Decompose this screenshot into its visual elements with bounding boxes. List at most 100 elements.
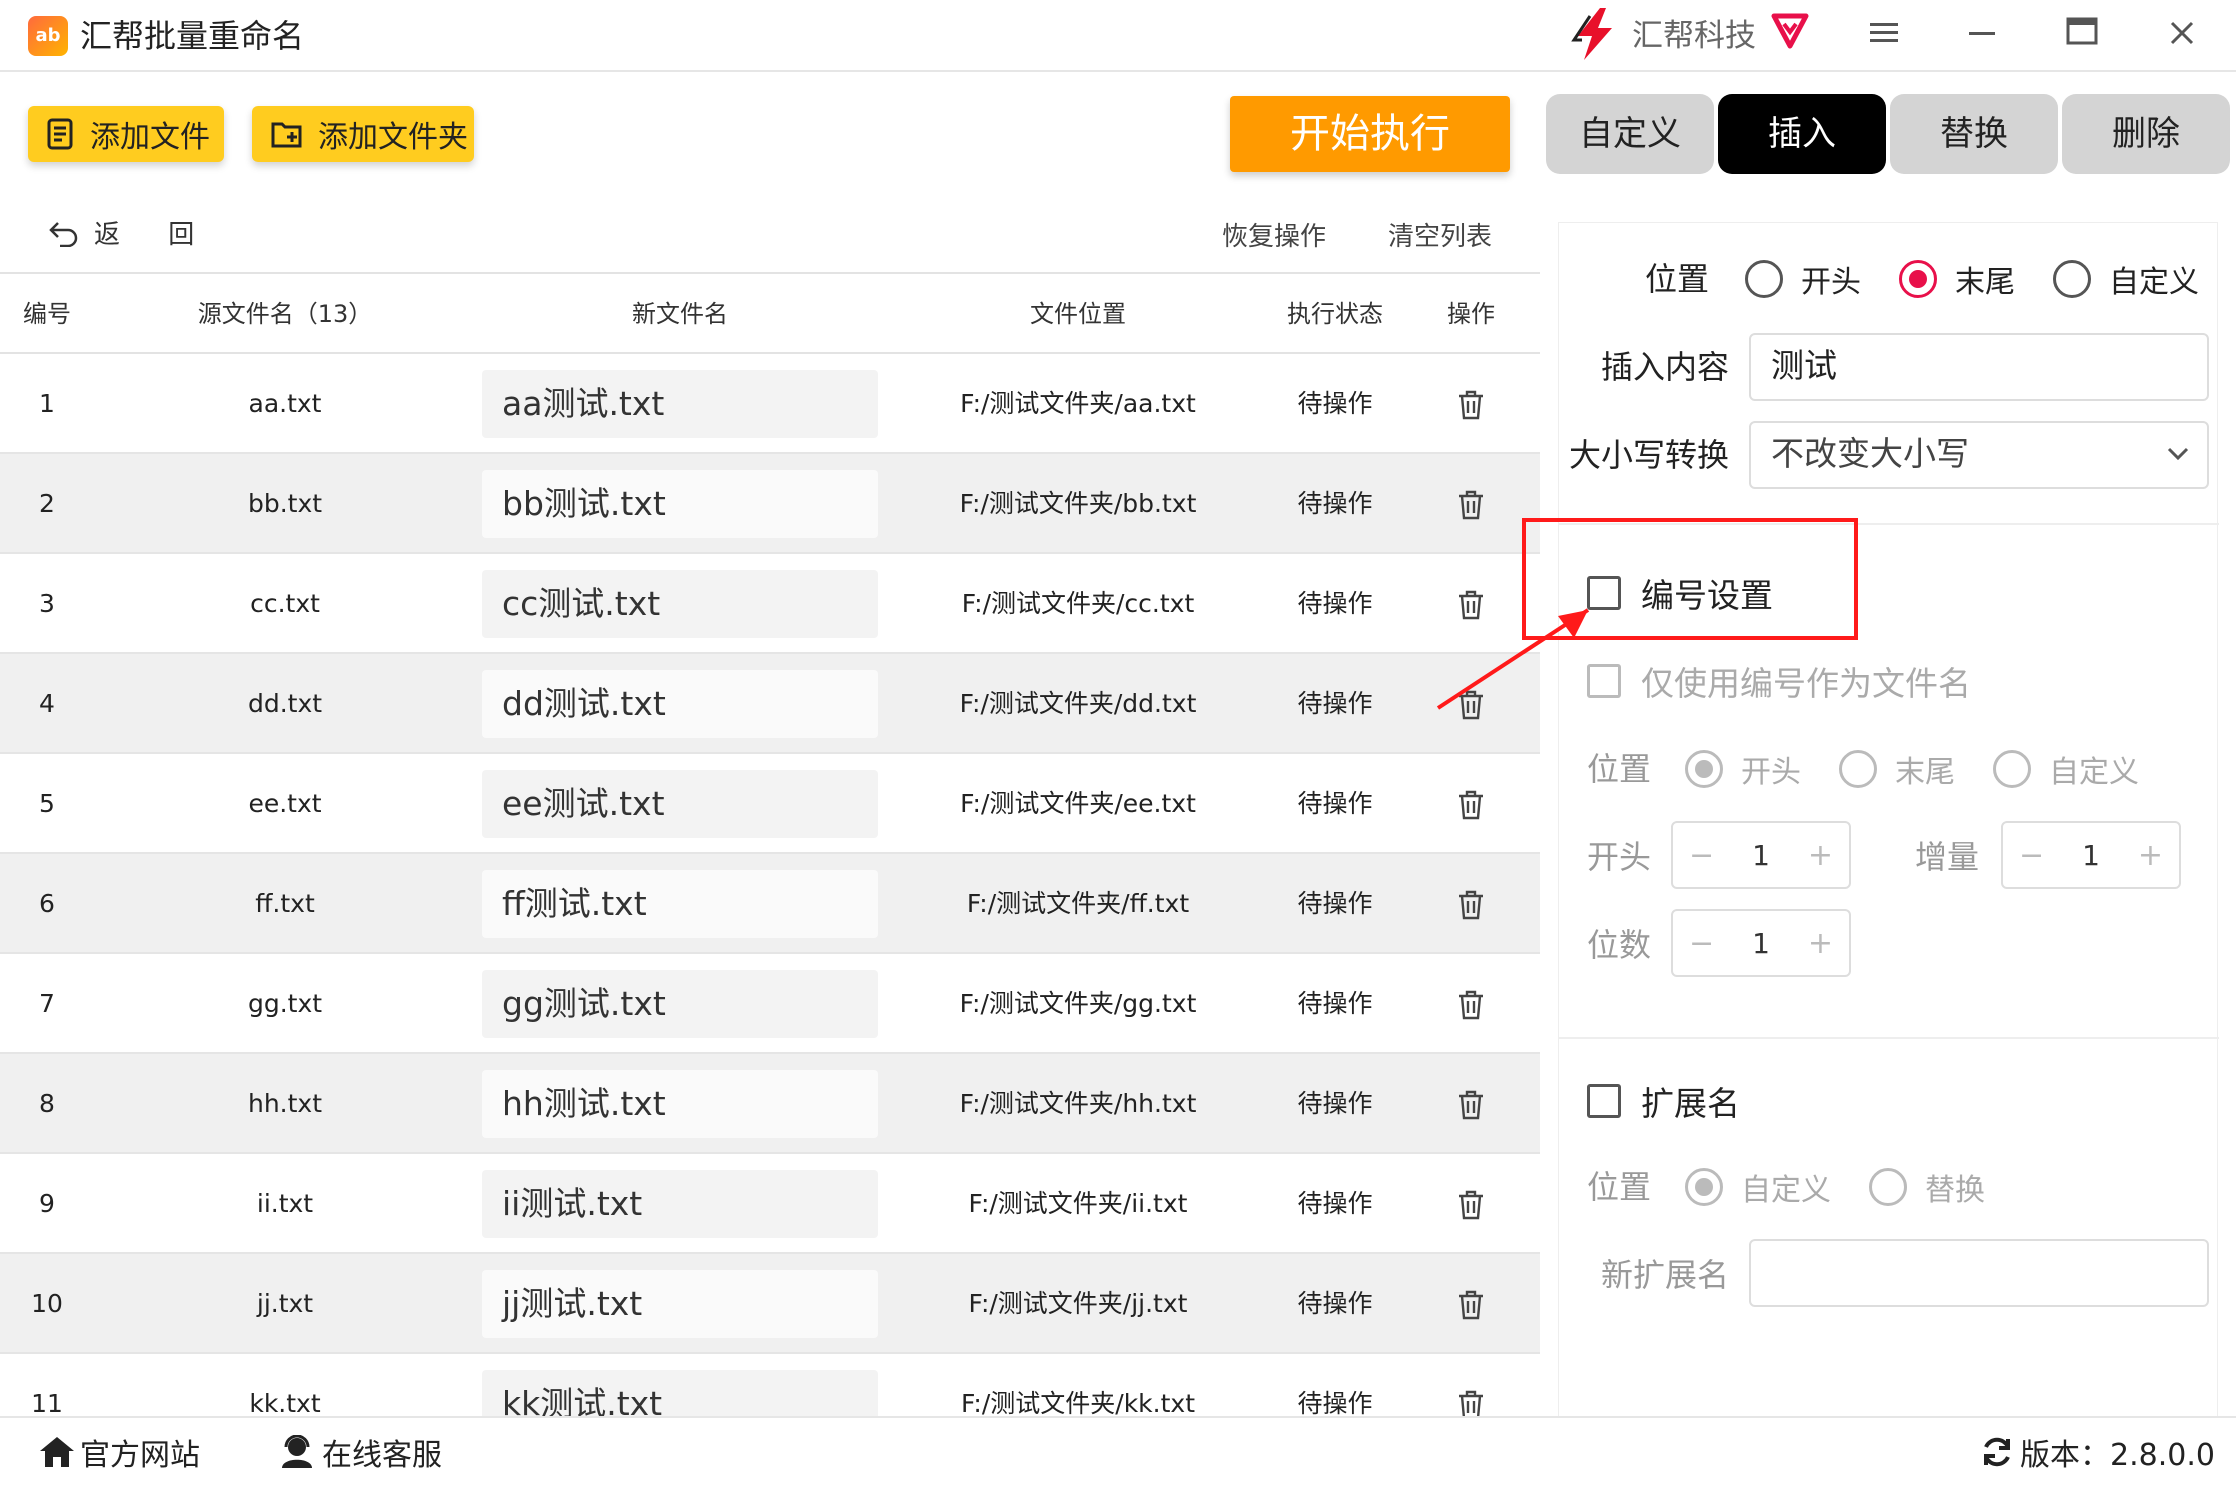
radio-selected-icon [1685,750,1723,788]
start-value: 1 [1752,838,1770,872]
start-stepper[interactable]: − 1 + [1671,821,1851,889]
menu-icon[interactable] [1856,10,1912,62]
restore-button[interactable]: 恢复操作 [1222,216,1326,253]
row-index: 9 [39,1189,55,1218]
website-label: 官方网站 [80,1438,200,1473]
digits-stepper[interactable]: − 1 + [1671,909,1851,977]
plus-icon[interactable]: + [2138,838,2163,873]
add-file-button[interactable]: 添加文件 [28,106,224,162]
insert-position-end[interactable]: 末尾 [1899,257,2015,301]
radio-label: 替换 [1925,1173,1985,1208]
tab-insert[interactable]: 插入 [1718,94,1886,174]
row-source-name: cc.txt [250,589,320,618]
add-file-label: 添加文件 [90,120,210,155]
row-source-name: aa.txt [248,389,322,418]
row-new-name: ii测试.txt [482,1170,878,1238]
new-extension-input[interactable] [1749,1239,2209,1307]
close-icon[interactable] [2154,10,2210,62]
row-location: F:/测试文件夹/aa.txt [960,389,1196,418]
row-source-name: ff.txt [255,889,315,918]
trash-icon[interactable] [1458,1190,1484,1220]
row-source-name: jj.txt [256,1289,314,1318]
version-info: 版本：2.8.0.0 [1980,1430,2215,1474]
extension-checkbox[interactable]: 扩展名 [1587,1077,1740,1125]
app-title: 汇帮批量重命名 [80,17,305,55]
row-status: 待操作 [1297,689,1373,718]
row-status: 待操作 [1297,1289,1373,1318]
file-table: 1 aa.txt aa测试.txt F:/测试文件夹/aa.txt 待操作 2 bb.txt… [0,354,1540,1416]
insert-position-custom[interactable]: 自定义 [2053,257,2199,301]
row-location: F:/测试文件夹/dd.txt [959,689,1197,718]
plus-icon[interactable]: + [1808,926,1833,961]
row-source-name: kk.txt [249,1389,321,1416]
row-location: F:/测试文件夹/bb.txt [959,489,1197,518]
radio-selected-icon [1899,260,1937,298]
row-status: 待操作 [1297,1189,1373,1218]
minus-icon[interactable]: − [1689,926,1714,961]
insert-content-input[interactable]: 测试 [1749,333,2209,401]
row-location: F:/测试文件夹/gg.txt [959,989,1197,1018]
tab-delete[interactable]: 删除 [2062,94,2230,174]
increment-stepper[interactable]: − 1 + [2001,821,2181,889]
add-folder-button[interactable]: 添加文件夹 [252,106,474,162]
extension-position-replace[interactable]: 替换 [1869,1165,1985,1209]
row-index: 5 [39,789,55,818]
table-row: 5 ee.txt ee测试.txt F:/测试文件夹/ee.txt 待操作 [0,754,1540,854]
trash-icon[interactable] [1458,1090,1484,1120]
case-select[interactable]: 不改变大小写 [1749,421,2209,489]
row-status: 待操作 [1297,889,1373,918]
trash-icon[interactable] [1458,890,1484,920]
trash-icon[interactable] [1458,990,1484,1020]
extension-position-custom[interactable]: 自定义 [1685,1165,1831,1209]
numbering-position-start[interactable]: 开头 [1685,747,1801,791]
row-new-name: cc测试.txt [482,570,878,638]
row-source-name: bb.txt [247,489,323,518]
numbering-position-end[interactable]: 末尾 [1839,747,1955,791]
radio-label: 自定义 [1741,1173,1831,1208]
online-support-link[interactable]: 在线客服 [278,1430,442,1474]
only-number-checkbox[interactable]: 仅使用编号作为文件名 [1587,657,1971,705]
radio-icon [1839,750,1877,788]
start-button[interactable]: 开始执行 [1230,96,1510,172]
add-folder-label: 添加文件夹 [318,120,468,155]
row-new-name: bb测试.txt [482,470,878,538]
radio-icon [2053,260,2091,298]
tab-replace[interactable]: 替换 [1890,94,2058,174]
clear-list-button[interactable]: 清空列表 [1388,216,1492,253]
row-index: 11 [31,1389,63,1416]
trash-icon[interactable] [1458,1390,1484,1416]
table-row: 11 kk.txt kk测试.txt F:/测试文件夹/kk.txt 待操作 [0,1354,1540,1416]
trash-icon[interactable] [1458,490,1484,520]
minus-icon[interactable]: − [2019,838,2044,873]
digits-value: 1 [1752,926,1770,960]
row-new-name: kk测试.txt [482,1370,878,1416]
maximize-icon[interactable] [2054,10,2110,62]
insert-position-start[interactable]: 开头 [1745,257,1861,301]
start-label: 开头 [1587,838,1652,876]
radio-label: 开头 [1741,755,1801,790]
row-source-name: gg.txt [247,989,323,1018]
app-logo: ab [28,16,68,56]
version-label: 版本：2.8.0.0 [2020,1438,2215,1473]
support-agent-icon [282,1435,312,1468]
extension-label: 扩展名 [1641,1084,1740,1123]
minimize-icon[interactable] [1954,10,2010,62]
table-row: 6 ff.txt ff测试.txt F:/测试文件夹/ff.txt 待操作 [0,854,1540,954]
minus-icon[interactable]: − [1689,838,1714,873]
row-source-name: hh.txt [247,1089,323,1118]
footer: 官方网站 在线客服 版本：2.8.0.0 [0,1416,2236,1485]
row-new-name: ff测试.txt [482,870,878,938]
header-index: 编号 [23,300,71,328]
trash-icon[interactable] [1458,1290,1484,1320]
official-website-link[interactable]: 官方网站 [38,1430,200,1474]
tab-custom[interactable]: 自定义 [1546,94,1714,174]
insert-content-label: 插入内容 [1601,348,1730,386]
plus-icon[interactable]: + [1808,838,1833,873]
home-icon [40,1437,74,1467]
back-button[interactable]: 返 回 [48,214,214,251]
row-source-name: dd.txt [247,689,323,718]
brand-heart-icon [1771,13,1809,49]
numbering-position-custom[interactable]: 自定义 [1993,747,2139,791]
trash-icon[interactable] [1458,390,1484,420]
trash-icon[interactable] [1458,790,1484,820]
